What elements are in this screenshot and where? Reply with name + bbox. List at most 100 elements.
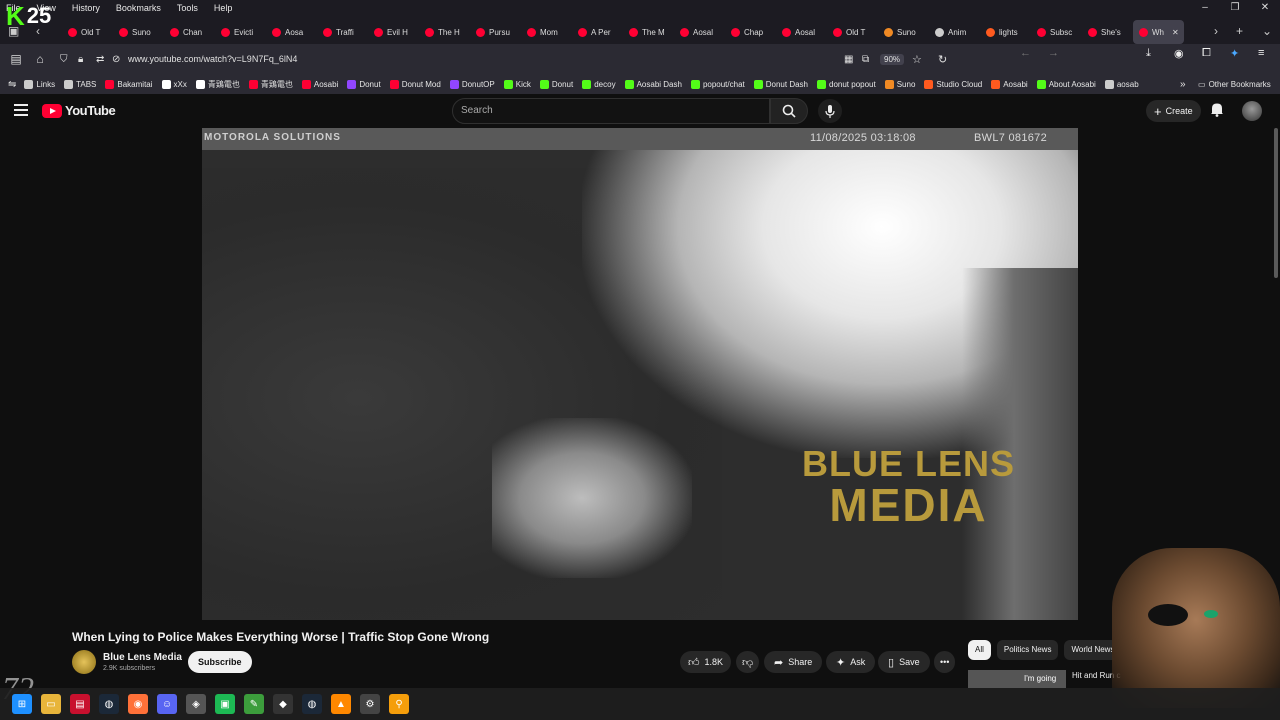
downloads-icon[interactable]: ⤓ <box>1146 47 1168 60</box>
browser-tab[interactable]: The H <box>419 20 470 44</box>
subscribe-button[interactable]: Subscribe <box>188 651 252 673</box>
file-explorer-icon[interactable]: ▭ <box>41 694 61 714</box>
account-icon[interactable]: ◉ <box>1174 47 1196 60</box>
diamond-app-icon[interactable]: ◆ <box>273 694 293 714</box>
minimize-icon[interactable]: – <box>1190 0 1220 16</box>
menu-help[interactable]: Help <box>212 3 235 13</box>
utility-app-icon[interactable]: ⚙ <box>360 694 380 714</box>
other-bookmarks[interactable]: ▭ Other Bookmarks <box>1198 80 1271 89</box>
bookmark-item[interactable]: xXx <box>161 79 187 89</box>
windows-start-icon[interactable]: ⊞ <box>12 694 32 714</box>
tab-scroll-right-icon[interactable]: › <box>1214 24 1218 38</box>
browser-tab[interactable]: Chan <box>164 20 215 44</box>
bookmark-item[interactable]: Suno <box>884 79 915 89</box>
tracking-icon[interactable]: ⊘ <box>112 54 120 65</box>
game-app-icon[interactable]: ▤ <box>70 694 90 714</box>
browser-tab[interactable]: Pursu <box>470 20 521 44</box>
video-player[interactable]: MOTOROLA SOLUTIONS 11/08/2025 03:18:08 B… <box>202 128 1078 620</box>
browser-tab[interactable]: Aosal <box>674 20 725 44</box>
bookmark-item[interactable]: About Aosabi <box>1036 79 1096 89</box>
bookmark-item[interactable]: Aosabi Dash <box>624 79 682 89</box>
share-button[interactable]: ➦ Share <box>764 651 823 673</box>
bookmarks-manage-icon[interactable]: ⇋ <box>8 79 16 90</box>
browser-tab[interactable]: Chap <box>725 20 776 44</box>
browser-tab[interactable]: Aosa <box>266 20 317 44</box>
create-button[interactable]: + Create <box>1146 100 1201 122</box>
forward-icon[interactable]: → <box>1048 47 1070 60</box>
guide-menu-icon[interactable] <box>14 104 28 116</box>
reader-view-icon[interactable]: ▦ <box>844 54 853 65</box>
bookmarks-overflow-icon[interactable]: » <box>1180 79 1186 90</box>
url-text[interactable]: www.youtube.com/watch?v=L9N7Fq_6lN4 <box>128 54 297 64</box>
back-icon[interactable]: ← <box>1020 47 1042 60</box>
lock-icon[interactable]: 🔒︎ <box>78 54 83 65</box>
browser-tab[interactable]: Suno <box>113 20 164 44</box>
zoom-level[interactable]: 90% <box>880 53 905 65</box>
more-actions-button[interactable]: ••• <box>934 651 956 673</box>
browser-tab[interactable]: Suno <box>878 20 929 44</box>
search-app-icon[interactable]: ⚲ <box>389 694 409 714</box>
bookmark-item[interactable]: Donut <box>539 79 573 89</box>
bookmark-item[interactable]: Kick <box>503 79 531 89</box>
bookmark-item[interactable]: 青鶏電也 <box>195 79 240 90</box>
tab-overflow-icon[interactable]: ⌄ <box>1262 24 1272 38</box>
browser-tab[interactable]: Subsc <box>1031 20 1082 44</box>
channel-avatar[interactable] <box>72 650 96 674</box>
bookmark-star-icon[interactable]: ☆ <box>912 53 922 66</box>
dislike-button[interactable]: 👎︎ <box>736 651 760 673</box>
bookmark-item[interactable]: Donut Mod <box>389 79 441 89</box>
vlc-icon[interactable]: ▲ <box>331 694 351 714</box>
voice-search-button[interactable] <box>818 99 842 123</box>
ask-button[interactable]: ✦ Ask <box>826 651 876 673</box>
bookmark-item[interactable]: Bakamitai <box>105 79 153 89</box>
sidebar-icon[interactable]: ▤ <box>4 47 28 71</box>
browser-tab[interactable]: Old T <box>62 20 113 44</box>
browser-tab[interactable]: Traffi <box>317 20 368 44</box>
browser-tab[interactable]: A Per <box>572 20 623 44</box>
page-scrollbar[interactable] <box>1274 128 1278 278</box>
bookmark-item[interactable]: TABS <box>64 79 96 89</box>
tab-list-icon[interactable]: ▣ <box>8 24 19 38</box>
notifications-button[interactable] <box>1210 102 1224 122</box>
bookmark-item[interactable]: donut popout <box>817 79 876 89</box>
search-button[interactable] <box>770 98 808 124</box>
bookmark-item[interactable]: popout/chat <box>690 79 745 89</box>
close-window-icon[interactable]: ✕ <box>1250 0 1280 16</box>
browser-tab[interactable]: The M <box>623 20 674 44</box>
permissions-icon[interactable]: ⇄ <box>96 54 104 65</box>
new-tab-icon[interactable]: + <box>1236 24 1243 38</box>
firefox-icon[interactable]: ◉ <box>128 694 148 714</box>
recommendation-thumbnail[interactable]: I'm going <box>968 670 1066 688</box>
restore-icon[interactable]: ❐ <box>1220 0 1250 16</box>
steam-alt-icon[interactable]: ◍ <box>302 694 322 714</box>
menu-bookmarks[interactable]: Bookmarks <box>114 3 163 13</box>
browser-tab[interactable]: She's <box>1082 20 1133 44</box>
browser-tab[interactable]: Anim <box>929 20 980 44</box>
chip-politics-news[interactable]: Politics News <box>996 640 1059 660</box>
menu-tools[interactable]: Tools <box>175 3 200 13</box>
tab-scroll-left-icon[interactable]: ‹ <box>36 24 40 38</box>
youtube-logo[interactable]: YouTube <box>42 103 116 118</box>
browser-tab[interactable]: Aosal <box>776 20 827 44</box>
account-avatar[interactable] <box>1242 101 1262 121</box>
browser-tab[interactable]: Wh ✕ <box>1133 20 1184 44</box>
bookmark-item[interactable]: Donut Dash <box>753 79 808 89</box>
media-app-icon[interactable]: ▣ <box>215 694 235 714</box>
address-bar[interactable]: ⛉ 🔒︎ ⇄ ⊘ www.youtube.com/watch?v=L9N7Fq_… <box>56 48 956 70</box>
bookmark-item[interactable]: DonutOP <box>449 79 495 89</box>
cat-app-icon[interactable]: ◈ <box>186 694 206 714</box>
bookmark-item[interactable]: aosab <box>1104 79 1139 89</box>
channel-name[interactable]: Blue Lens Media <box>103 652 182 663</box>
notepad-icon[interactable]: ✎ <box>244 694 264 714</box>
bookmark-item[interactable]: Aosabi <box>301 79 338 89</box>
search-input[interactable]: Search <box>452 98 770 124</box>
discord-icon[interactable]: ☺ <box>157 694 177 714</box>
like-button[interactable]: 👍︎ 1.8K <box>680 651 732 673</box>
bookmark-item[interactable]: Studio Cloud <box>924 79 982 89</box>
browser-tab[interactable]: lights <box>980 20 1031 44</box>
bookmark-item[interactable]: 青鶏電也 <box>248 79 293 90</box>
app-menu-icon[interactable]: ≡ <box>1258 47 1274 60</box>
chip-all[interactable]: All <box>968 640 991 660</box>
reload-icon[interactable]: ↻ <box>938 53 947 66</box>
extension-puzzle-icon[interactable]: ✦ <box>1230 47 1252 60</box>
